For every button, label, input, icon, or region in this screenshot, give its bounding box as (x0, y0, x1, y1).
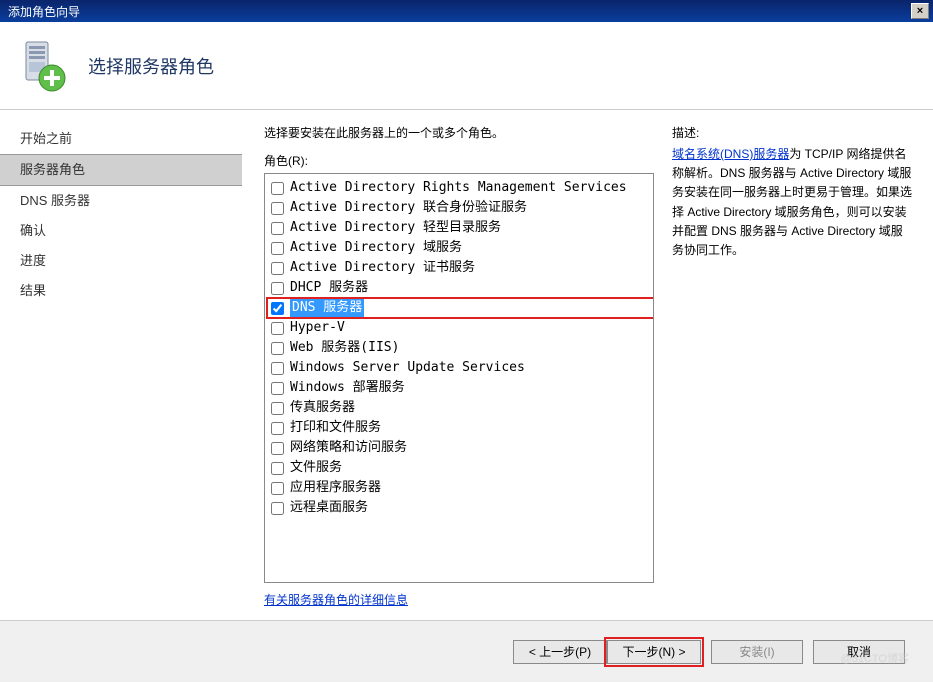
sidebar-step-3[interactable]: 确认 (0, 216, 242, 246)
nav-button-group: < 上一步(P) 下一步(N) > (513, 640, 701, 664)
wizard-sidebar: 开始之前服务器角色DNS 服务器确认进度结果 (0, 110, 242, 620)
more-info-link-container: 有关服务器角色的详细信息 (264, 591, 654, 608)
role-label-0: Active Directory Rights Management Servi… (290, 179, 627, 197)
role-checkbox-8[interactable] (271, 342, 284, 355)
install-button[interactable]: 安装(I) (711, 640, 803, 664)
role-item-11[interactable]: 传真服务器 (267, 398, 651, 418)
role-item-14[interactable]: 文件服务 (267, 458, 651, 478)
role-item-6[interactable]: DNS 服务器 (267, 298, 654, 318)
more-info-link[interactable]: 有关服务器角色的详细信息 (264, 593, 408, 607)
role-checkbox-1[interactable] (271, 202, 284, 215)
page-title: 选择服务器角色 (88, 53, 214, 79)
role-label-10: Windows 部署服务 (290, 379, 405, 397)
role-item-12[interactable]: 打印和文件服务 (267, 418, 651, 438)
role-item-7[interactable]: Hyper-V (267, 318, 651, 338)
role-item-0[interactable]: Active Directory Rights Management Servi… (267, 178, 651, 198)
main-panel: 选择要安装在此服务器上的一个或多个角色。 角色(R): Active Direc… (242, 110, 933, 620)
role-checkbox-10[interactable] (271, 382, 284, 395)
role-item-16[interactable]: 远程桌面服务 (267, 498, 651, 518)
role-item-13[interactable]: 网络策略和访问服务 (267, 438, 651, 458)
role-label-15: 应用程序服务器 (290, 479, 381, 497)
role-checkbox-7[interactable] (271, 322, 284, 335)
description-text: 域名系统(DNS)服务器为 TCP/IP 网络提供名称解析。DNS 服务器与 A… (672, 145, 913, 260)
role-label-11: 传真服务器 (290, 399, 355, 417)
description-link[interactable]: 域名系统(DNS)服务器 (672, 147, 789, 161)
role-checkbox-16[interactable] (271, 502, 284, 515)
role-checkbox-5[interactable] (271, 282, 284, 295)
sidebar-step-1[interactable]: 服务器角色 (0, 154, 242, 186)
role-item-9[interactable]: Windows Server Update Services (267, 358, 651, 378)
role-checkbox-0[interactable] (271, 182, 284, 195)
instruction-text: 选择要安装在此服务器上的一个或多个角色。 (264, 124, 654, 142)
description-body: 为 TCP/IP 网络提供名称解析。DNS 服务器与 Active Direct… (672, 147, 912, 257)
role-checkbox-9[interactable] (271, 362, 284, 375)
role-item-10[interactable]: Windows 部署服务 (267, 378, 651, 398)
server-role-icon (20, 38, 68, 94)
role-label-3: Active Directory 域服务 (290, 239, 462, 257)
role-label-16: 远程桌面服务 (290, 499, 368, 517)
wizard-header: 选择服务器角色 (0, 22, 933, 110)
role-label-12: 打印和文件服务 (290, 419, 381, 437)
description-label: 描述: (672, 124, 913, 141)
roles-label: 角色(R): (264, 152, 654, 169)
role-label-2: Active Directory 轻型目录服务 (290, 219, 501, 237)
content-area: 开始之前服务器角色DNS 服务器确认进度结果 选择要安装在此服务器上的一个或多个… (0, 110, 933, 620)
role-label-9: Windows Server Update Services (290, 359, 525, 377)
role-checkbox-12[interactable] (271, 422, 284, 435)
role-checkbox-13[interactable] (271, 442, 284, 455)
window-title: 添加角色向导 (4, 3, 80, 20)
watermark: @51CTO博客 (841, 650, 909, 666)
role-label-7: Hyper-V (290, 319, 345, 337)
role-label-14: 文件服务 (290, 459, 342, 477)
previous-button[interactable]: < 上一步(P) (513, 640, 607, 664)
next-button[interactable]: 下一步(N) > (607, 640, 701, 664)
role-item-15[interactable]: 应用程序服务器 (267, 478, 651, 498)
sidebar-step-4[interactable]: 进度 (0, 246, 242, 276)
role-label-8: Web 服务器(IIS) (290, 339, 399, 357)
wizard-footer: < 上一步(P) 下一步(N) > 安装(I) 取消 (0, 620, 933, 682)
role-label-13: 网络策略和访问服务 (290, 439, 407, 457)
role-item-4[interactable]: Active Directory 证书服务 (267, 258, 651, 278)
role-item-1[interactable]: Active Directory 联合身份验证服务 (267, 198, 651, 218)
sidebar-step-2[interactable]: DNS 服务器 (0, 186, 242, 216)
role-item-2[interactable]: Active Directory 轻型目录服务 (267, 218, 651, 238)
role-label-5: DHCP 服务器 (290, 279, 368, 297)
titlebar: 添加角色向导 × (0, 0, 933, 22)
sidebar-step-5[interactable]: 结果 (0, 276, 242, 306)
role-checkbox-11[interactable] (271, 402, 284, 415)
role-label-4: Active Directory 证书服务 (290, 259, 475, 277)
role-item-8[interactable]: Web 服务器(IIS) (267, 338, 651, 358)
close-button[interactable]: × (911, 3, 929, 19)
role-checkbox-2[interactable] (271, 222, 284, 235)
sidebar-step-0[interactable]: 开始之前 (0, 124, 242, 154)
role-checkbox-4[interactable] (271, 262, 284, 275)
role-checkbox-14[interactable] (271, 462, 284, 475)
role-label-1: Active Directory 联合身份验证服务 (290, 199, 527, 217)
role-checkbox-15[interactable] (271, 482, 284, 495)
role-item-3[interactable]: Active Directory 域服务 (267, 238, 651, 258)
role-label-6: DNS 服务器 (290, 299, 364, 317)
role-checkbox-6[interactable] (271, 302, 284, 315)
roles-listbox[interactable]: Active Directory Rights Management Servi… (264, 173, 654, 583)
role-item-5[interactable]: DHCP 服务器 (267, 278, 651, 298)
role-checkbox-3[interactable] (271, 242, 284, 255)
